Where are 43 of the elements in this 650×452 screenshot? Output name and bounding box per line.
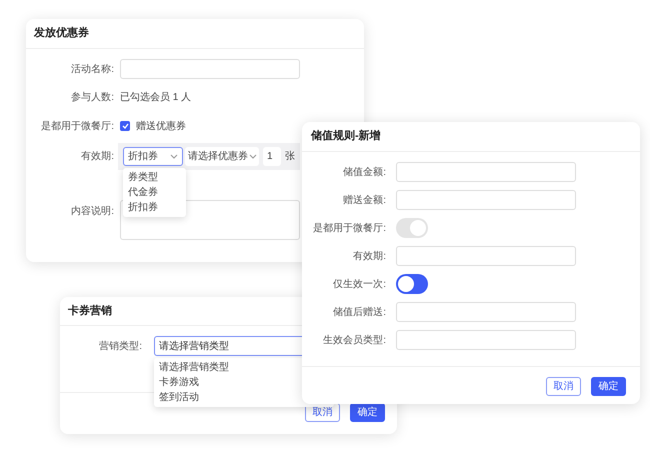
checkbox-label: 赠送优惠券 — [136, 120, 186, 134]
cancel-button[interactable]: 取消 — [546, 377, 581, 396]
quantity-field[interactable]: 1 — [263, 147, 281, 166]
field-label: 储值金额: — [342, 166, 386, 180]
field-label: 生效会员类型: — [322, 334, 386, 348]
input-field[interactable] — [396, 302, 576, 322]
input-field[interactable] — [396, 190, 576, 210]
field-value: 已勾选会员 1 人 — [120, 90, 192, 104]
input-field[interactable] — [120, 59, 300, 79]
field-label: 有效期: — [352, 250, 386, 264]
field-label: 储值后赠送: — [332, 306, 386, 320]
field-label: 是都用于微餐厅: — [312, 222, 386, 236]
dialog-title: 发放优惠券 — [34, 26, 89, 42]
text-area[interactable] — [120, 200, 300, 240]
field-label: 活动名称: — [70, 62, 114, 76]
input-field[interactable] — [396, 162, 576, 182]
dropdown-option[interactable]: 代金券 — [123, 185, 186, 200]
dropdown-option[interactable]: 折扣券 — [123, 200, 186, 215]
toggle-switch[interactable] — [396, 274, 428, 294]
field-label: 内容说明: — [70, 204, 114, 219]
chevron-down-icon — [170, 154, 178, 159]
toggle-switch[interactable] — [396, 218, 428, 238]
select-field[interactable]: 折扣券 — [123, 147, 183, 166]
dialog-title: 储值规则-新增 — [311, 128, 381, 144]
check-icon — [122, 123, 128, 129]
chevron-down-icon — [249, 154, 257, 159]
field-label: 仅生效一次: — [332, 278, 386, 292]
field-label: 有效期: — [80, 150, 114, 164]
field-label: 参与人数: — [70, 90, 114, 104]
dropdown-option[interactable]: 券类型 — [123, 170, 186, 185]
field-label: 是都用于微餐厅: — [40, 120, 114, 134]
field-label: 赠送金额: — [342, 194, 386, 208]
toggle-knob[interactable] — [410, 220, 426, 236]
confirm-button[interactable]: 确定 — [591, 377, 626, 396]
field-label: 营销类型: — [98, 340, 142, 354]
dialog-title: 卡券营销 — [68, 304, 112, 319]
checkbox[interactable] — [120, 121, 130, 131]
input-field[interactable] — [396, 330, 576, 350]
unit-label: 张 — [285, 150, 295, 164]
select-field[interactable]: 请选择优惠券 — [185, 147, 259, 166]
toggle-knob[interactable] — [398, 276, 414, 292]
input-field[interactable] — [396, 246, 576, 266]
confirm-button[interactable]: 确定 — [350, 403, 385, 422]
